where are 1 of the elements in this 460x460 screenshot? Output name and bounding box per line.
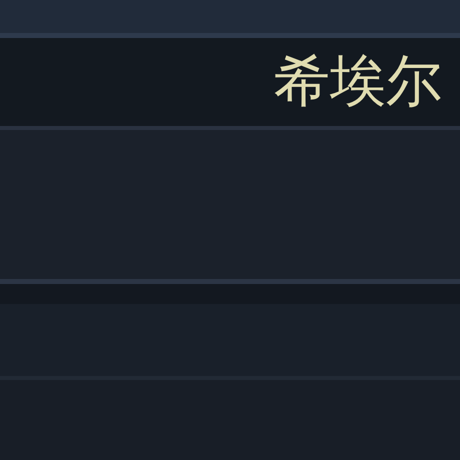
character-name: 希埃尔 bbox=[274, 54, 442, 110]
